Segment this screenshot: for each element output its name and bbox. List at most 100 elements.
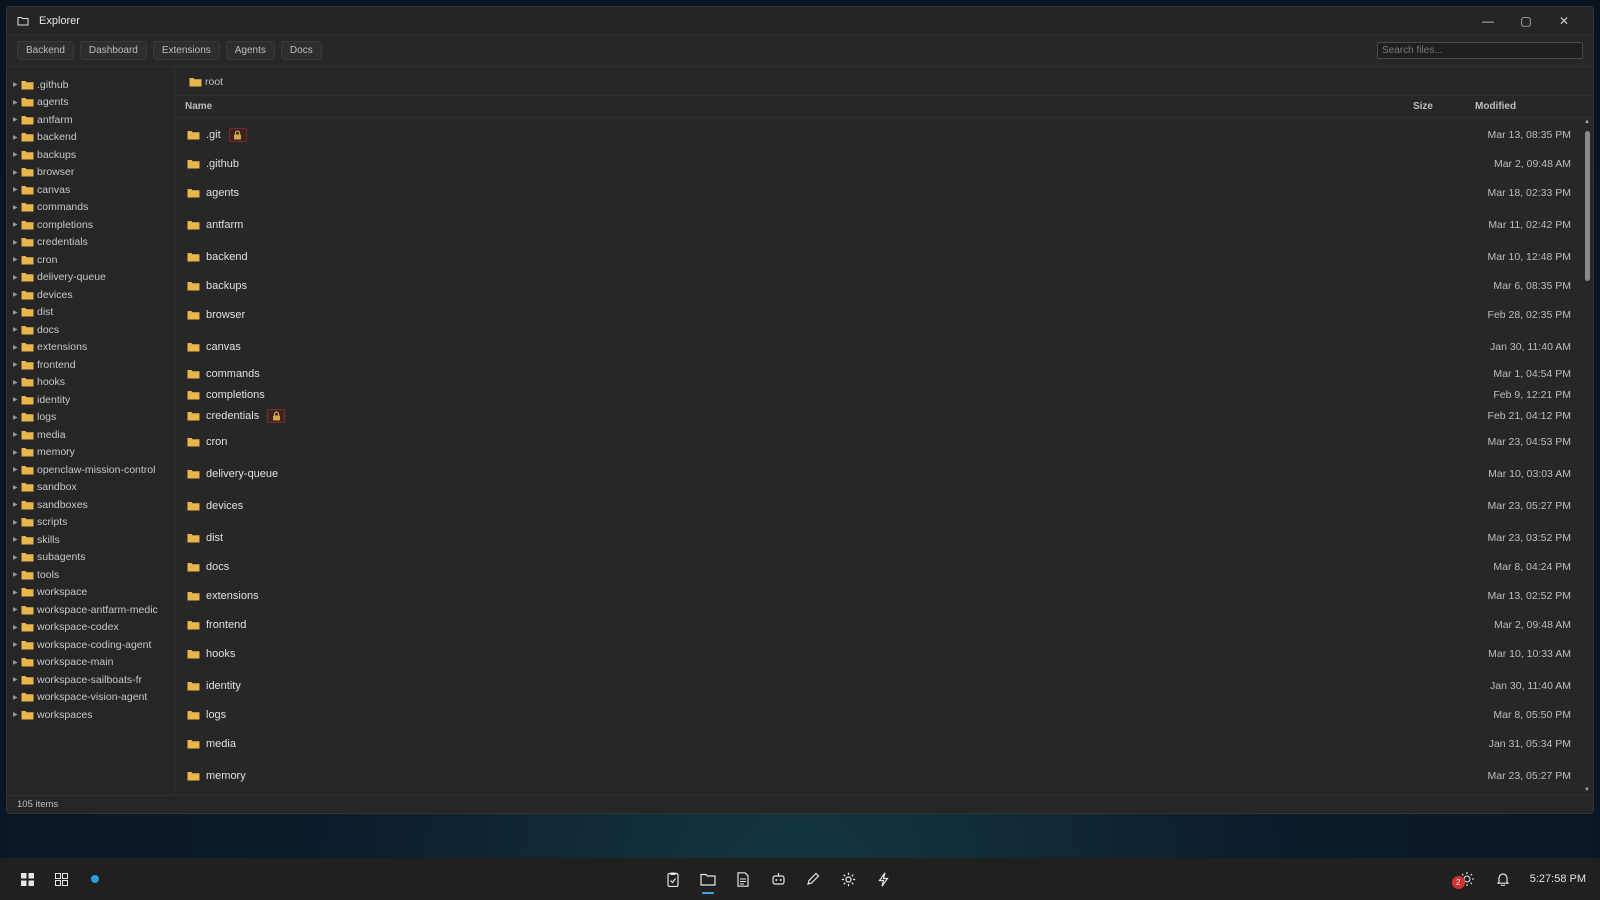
tree-item[interactable]: ▶ workspace (7, 584, 174, 602)
maximize-button[interactable]: ▢ (1507, 14, 1545, 28)
expand-caret-icon[interactable]: ▶ (13, 326, 21, 333)
tab-backend[interactable]: Backend (17, 41, 74, 60)
tree-item[interactable]: ▶ commands (7, 199, 174, 217)
vertical-scrollbar[interactable]: ▲ ▼ (1583, 119, 1591, 795)
file-row[interactable]: delivery-queue Mar 10, 03:03 AM (175, 458, 1581, 490)
tree-item[interactable]: ▶ identity (7, 391, 174, 409)
tree-item[interactable]: ▶ dist (7, 304, 174, 322)
file-row[interactable]: antfarm Mar 11, 02:42 PM (175, 209, 1581, 241)
expand-caret-icon[interactable]: ▶ (13, 396, 21, 403)
expand-caret-icon[interactable]: ▶ (13, 449, 21, 456)
expand-caret-icon[interactable]: ▶ (13, 291, 21, 298)
expand-caret-icon[interactable]: ▶ (13, 204, 21, 211)
tree-item[interactable]: ▶ skills (7, 531, 174, 549)
tree-item[interactable]: ▶ hooks (7, 374, 174, 392)
file-row[interactable]: identity Jan 30, 11:40 AM (175, 670, 1581, 702)
tree-item[interactable]: ▶ workspace-vision-agent (7, 689, 174, 707)
expand-caret-icon[interactable]: ▶ (13, 554, 21, 561)
tree-item[interactable]: ▶ workspace-main (7, 654, 174, 672)
tree-item[interactable]: ▶ scripts (7, 514, 174, 532)
file-row[interactable]: credentials Feb 21, 04:12 PM (175, 405, 1581, 426)
close-button[interactable]: ✕ (1545, 14, 1583, 28)
tree-item[interactable]: ▶ logs (7, 409, 174, 427)
taskbar-clock[interactable]: 5:27:58 PM (1530, 873, 1586, 885)
expand-caret-icon[interactable]: ▶ (13, 659, 21, 666)
tree-item[interactable]: ▶ subagents (7, 549, 174, 567)
tab-dashboard[interactable]: Dashboard (79, 41, 147, 60)
file-row[interactable]: completions Feb 9, 12:21 PM (175, 384, 1581, 405)
tree-item[interactable]: ▶ cron (7, 251, 174, 269)
tree-item[interactable]: ▶ backend (7, 129, 174, 147)
expand-caret-icon[interactable]: ▶ (13, 676, 21, 683)
tree-item[interactable]: ▶ antfarm (7, 111, 174, 129)
expand-caret-icon[interactable]: ▶ (13, 81, 21, 88)
tree-item[interactable]: ▶ workspace-antfarm-medic (7, 601, 174, 619)
file-row[interactable]: canvas Jan 30, 11:40 AM (175, 331, 1581, 363)
expand-caret-icon[interactable]: ▶ (13, 151, 21, 158)
expand-caret-icon[interactable]: ▶ (13, 221, 21, 228)
file-row[interactable]: media Jan 31, 05:34 PM (175, 728, 1581, 760)
tree-item[interactable]: ▶ canvas (7, 181, 174, 199)
expand-caret-icon[interactable]: ▶ (13, 711, 21, 718)
column-size[interactable]: Size (1391, 101, 1451, 112)
expand-caret-icon[interactable]: ▶ (13, 484, 21, 491)
bell-icon[interactable] (1494, 870, 1512, 888)
expand-caret-icon[interactable]: ▶ (13, 116, 21, 123)
expand-caret-icon[interactable]: ▶ (13, 536, 21, 543)
scroll-up-icon[interactable]: ▲ (1583, 119, 1591, 125)
file-row[interactable]: backups Mar 6, 08:35 PM (175, 273, 1581, 299)
expand-caret-icon[interactable]: ▶ (13, 361, 21, 368)
tree-item[interactable]: ▶ completions (7, 216, 174, 234)
file-row[interactable]: frontend Mar 2, 09:48 AM (175, 612, 1581, 638)
expand-caret-icon[interactable]: ▶ (13, 134, 21, 141)
tab-docs[interactable]: Docs (280, 41, 322, 60)
tree-item[interactable]: ▶ extensions (7, 339, 174, 357)
document-icon[interactable] (734, 870, 752, 888)
tree-item[interactable]: ▶ workspace-sailboats-fr (7, 671, 174, 689)
expand-caret-icon[interactable]: ▶ (13, 501, 21, 508)
tree-item[interactable]: ▶ media (7, 426, 174, 444)
file-row[interactable]: commands Mar 1, 04:54 PM (175, 363, 1581, 384)
file-row[interactable]: memory Mar 23, 05:27 PM (175, 760, 1581, 792)
file-row[interactable]: agents Mar 18, 02:33 PM (175, 177, 1581, 209)
tree-item[interactable]: ▶ workspaces (7, 706, 174, 724)
expand-caret-icon[interactable]: ▶ (13, 624, 21, 631)
tree-item[interactable]: ▶ delivery-queue (7, 269, 174, 287)
expand-caret-icon[interactable]: ▶ (13, 186, 21, 193)
expand-caret-icon[interactable]: ▶ (13, 379, 21, 386)
tree-item[interactable]: ▶ docs (7, 321, 174, 339)
weather-sun-icon[interactable]: 2 (1451, 870, 1476, 889)
expand-caret-icon[interactable]: ▶ (13, 344, 21, 351)
file-row[interactable]: .github Mar 2, 09:48 AM (175, 151, 1581, 177)
tree-item[interactable]: ▶ browser (7, 164, 174, 182)
pencil-icon[interactable] (804, 870, 822, 888)
expand-caret-icon[interactable]: ▶ (13, 256, 21, 263)
tree-item[interactable]: ▶ agents (7, 94, 174, 112)
scroll-thumb[interactable] (1585, 131, 1590, 281)
tree-item[interactable]: ▶ .github (7, 76, 174, 94)
tree-item[interactable]: ▶ workspace-codex (7, 619, 174, 637)
scroll-down-icon[interactable]: ▼ (1583, 787, 1591, 793)
tree-item[interactable]: ▶ workspace-coding-agent (7, 636, 174, 654)
tree-item[interactable]: ▶ frontend (7, 356, 174, 374)
search-input[interactable] (1377, 42, 1583, 59)
expand-caret-icon[interactable]: ▶ (13, 274, 21, 281)
tree-item[interactable]: ▶ credentials (7, 234, 174, 252)
tree-item[interactable]: ▶ sandboxes (7, 496, 174, 514)
file-row[interactable]: backend Mar 10, 12:48 PM (175, 241, 1581, 273)
expand-caret-icon[interactable]: ▶ (13, 414, 21, 421)
file-row[interactable]: devices Mar 23, 05:27 PM (175, 490, 1581, 522)
file-row[interactable]: hooks Mar 10, 10:33 AM (175, 638, 1581, 670)
status-dot-icon[interactable] (86, 870, 104, 888)
minimize-button[interactable]: — (1469, 14, 1507, 28)
folder-app-icon[interactable] (699, 870, 717, 894)
expand-caret-icon[interactable]: ▶ (13, 169, 21, 176)
column-name[interactable]: Name (175, 101, 1391, 112)
expand-caret-icon[interactable]: ▶ (13, 641, 21, 648)
breadcrumb-root[interactable]: root (205, 76, 223, 88)
file-row[interactable]: browser Feb 28, 02:35 PM (175, 299, 1581, 331)
file-row[interactable]: docs Mar 8, 04:24 PM (175, 554, 1581, 580)
tree-item[interactable]: ▶ openclaw-mission-control (7, 461, 174, 479)
expand-caret-icon[interactable]: ▶ (13, 466, 21, 473)
start-menu-icon[interactable] (18, 870, 36, 888)
